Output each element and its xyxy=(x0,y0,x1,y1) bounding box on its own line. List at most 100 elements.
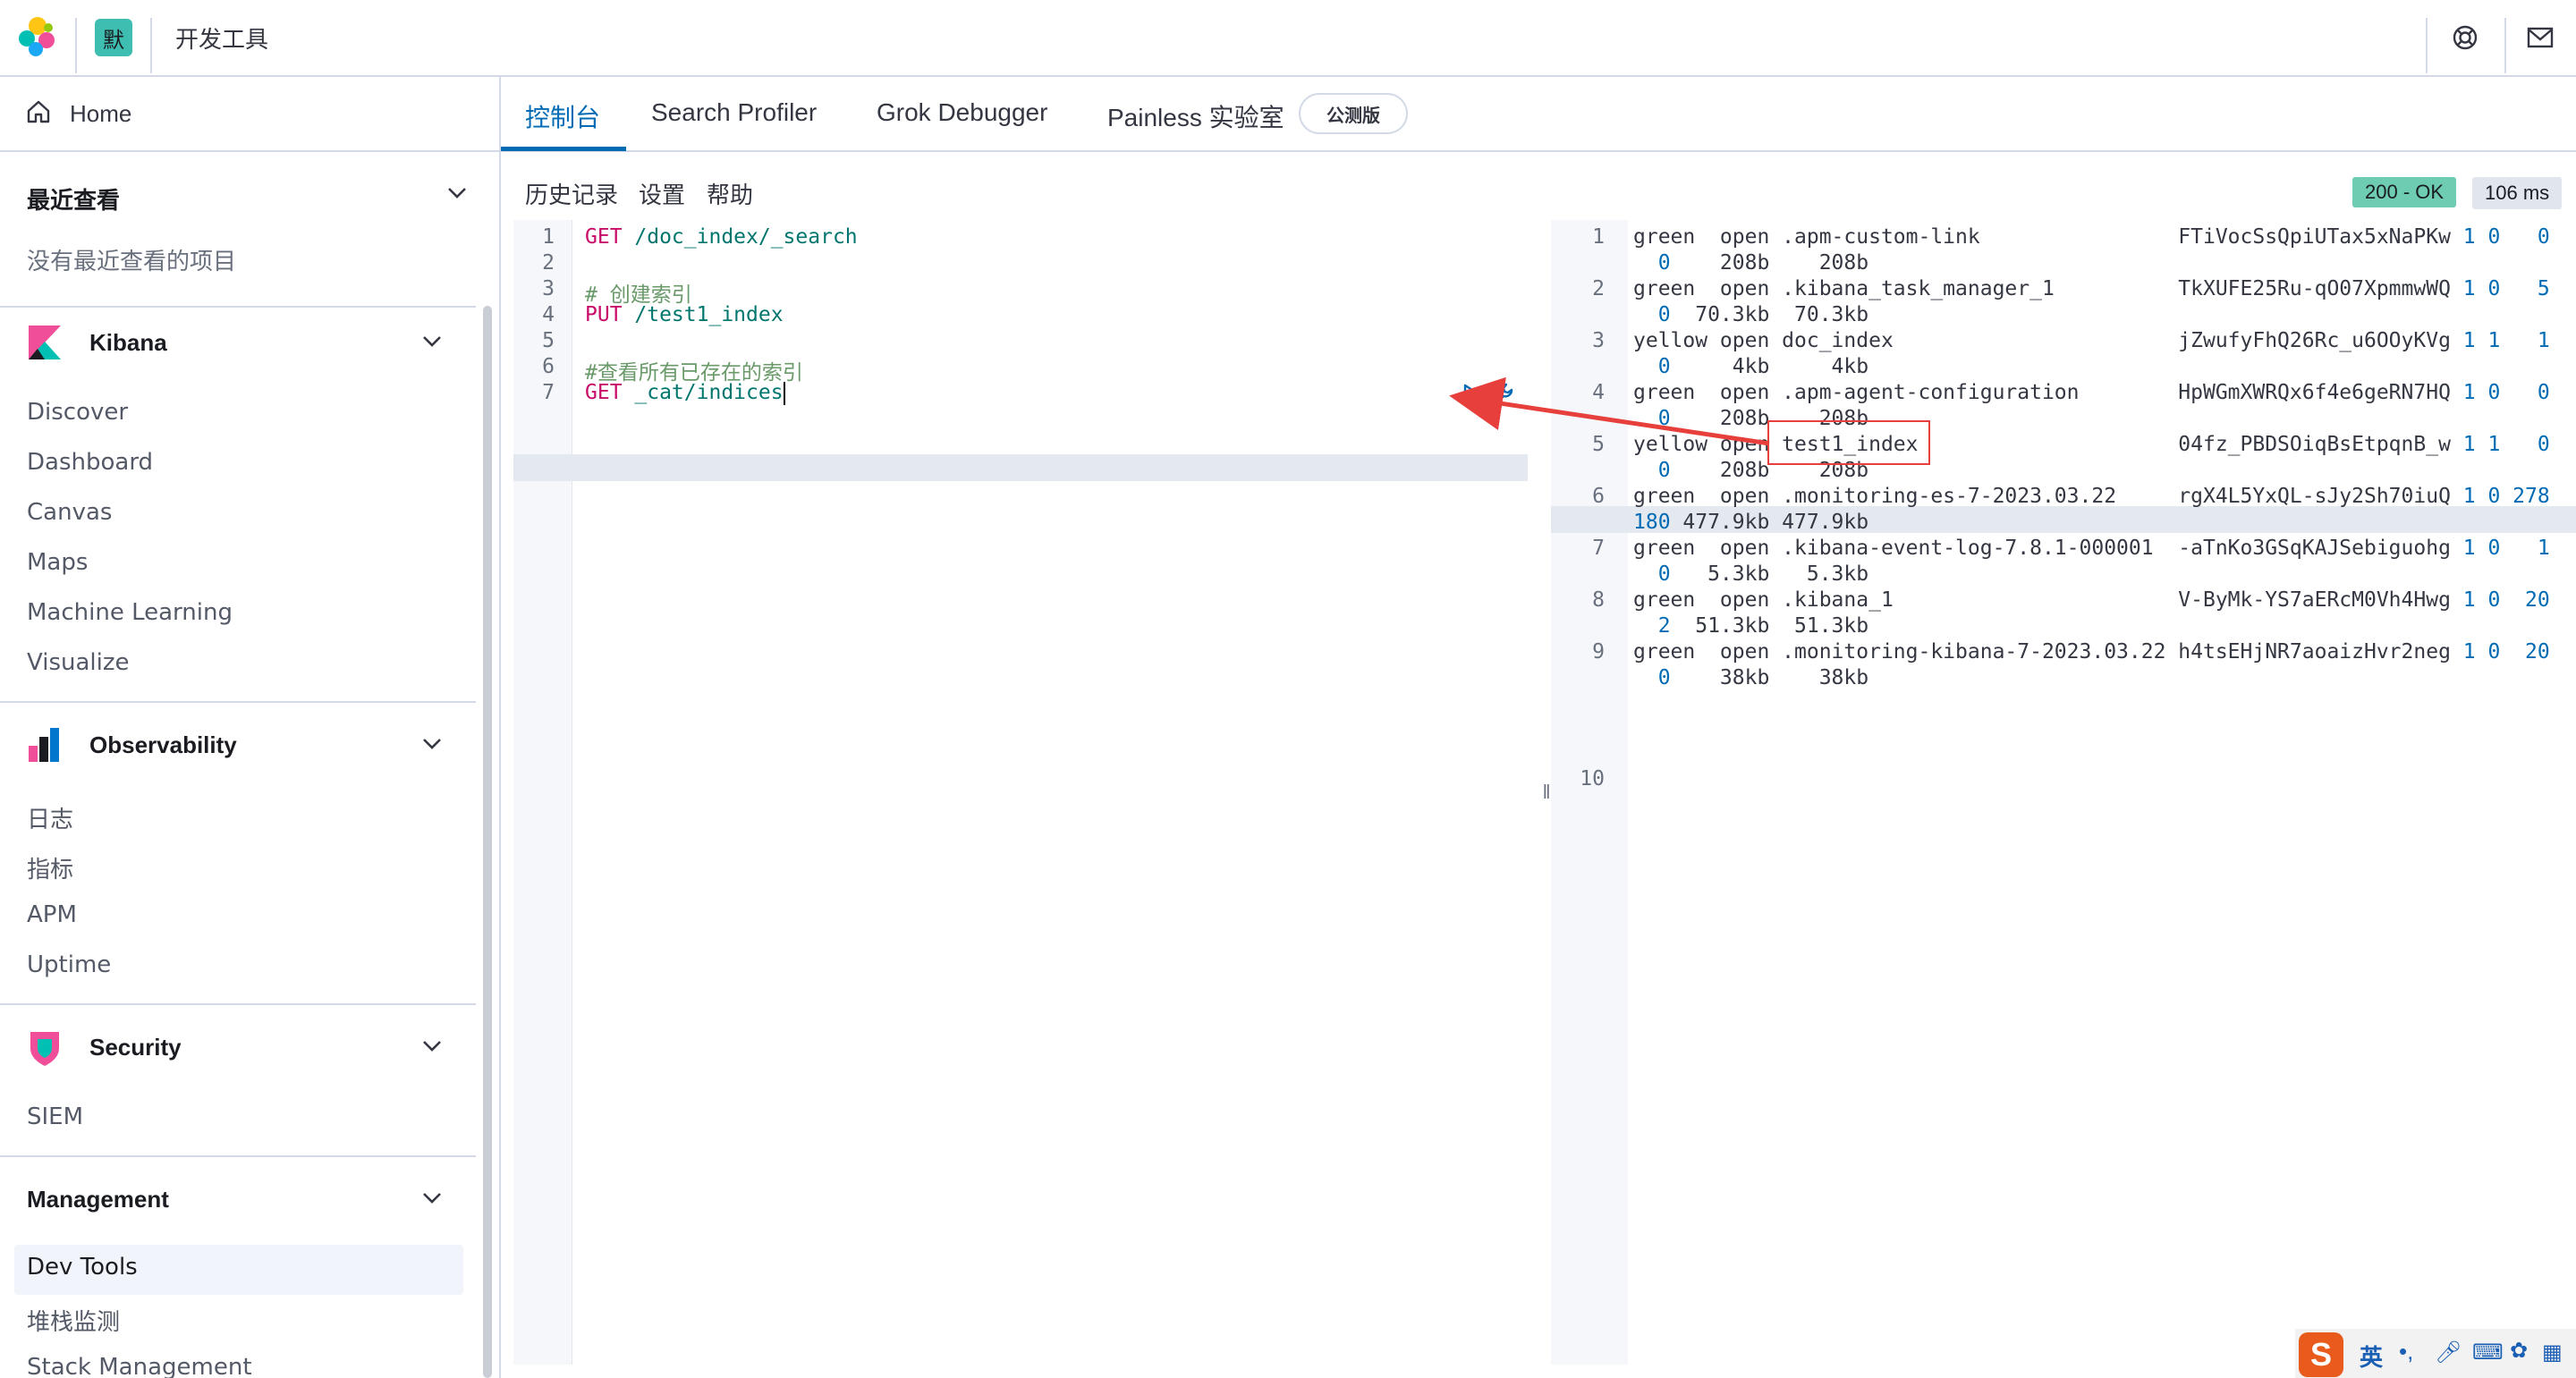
space-avatar[interactable]: 默 xyxy=(95,19,132,56)
nav-item-apm[interactable]: APM xyxy=(27,901,77,928)
active-line-highlight xyxy=(513,454,1528,481)
chevron-down-icon[interactable] xyxy=(419,1184,445,1211)
tab-painless-lab[interactable]: Painless 实验室 xyxy=(1107,98,1284,134)
nav-group-title-management[interactable]: Management xyxy=(27,1186,169,1213)
nav-item-metrics[interactable]: 指标 xyxy=(27,851,73,884)
nav-home[interactable]: Home xyxy=(0,77,499,152)
response-row: green open .kibana_task_manager_1 TkXUFE… xyxy=(1633,277,2550,300)
nav-item-siem[interactable]: SIEM xyxy=(27,1103,83,1130)
observability-logo-icon xyxy=(29,728,59,762)
ime-toolbar: S 英 •, 🎤︎ ⌨ ✿ ▦ xyxy=(2295,1329,2576,1378)
recent-section-title[interactable]: 最近查看 xyxy=(27,182,120,216)
line-number: 2 xyxy=(1592,277,1605,300)
nav-item-visualize[interactable]: Visualize xyxy=(27,649,130,676)
response-row: green open .apm-custom-link FTiVocSsQpiU… xyxy=(1633,225,2550,249)
nav-item-uptime[interactable]: Uptime xyxy=(27,951,111,978)
request-editor[interactable]: 1 GET /doc_index/_search 2 3 # 创建索引 4 PU… xyxy=(513,220,1538,1365)
line-number: 8 xyxy=(1592,588,1605,612)
line-number: 10 xyxy=(1580,767,1605,790)
nav-group-title: Kibana xyxy=(89,329,167,356)
code-line: PUT /test1_index xyxy=(585,303,784,326)
chevron-down-icon[interactable] xyxy=(419,1032,445,1059)
code-line: GET /doc_index/_search xyxy=(585,225,858,249)
nav-item-logs[interactable]: 日志 xyxy=(27,801,73,834)
request-path: /doc_index/_search xyxy=(622,225,858,249)
nav-item-discover[interactable]: Discover xyxy=(27,399,128,426)
response-row-continued: 2 51.3kb 51.3kb xyxy=(1633,614,1869,638)
skin-icon[interactable]: ✿ xyxy=(2510,1338,2528,1364)
nav-group-title: Observability xyxy=(89,731,237,758)
microphone-icon[interactable]: 🎤︎ xyxy=(2435,1340,2462,1365)
nav-item-maps[interactable]: Maps xyxy=(27,549,88,576)
response-time-badge: 106 ms xyxy=(2472,177,2563,209)
chevron-down-icon[interactable] xyxy=(419,730,445,757)
ime-mode[interactable]: 英 xyxy=(2360,1340,2383,1373)
elastic-logo-icon[interactable] xyxy=(16,15,59,58)
home-icon xyxy=(27,100,50,123)
nav-home-label: Home xyxy=(70,100,132,127)
header-divider xyxy=(150,18,152,73)
dev-tools-main: 控制台 Search Profiler Grok Debugger Painle… xyxy=(501,77,2576,1378)
kibana-logo-icon xyxy=(29,325,61,359)
line-number: 4 xyxy=(542,303,555,326)
chevron-down-icon[interactable] xyxy=(444,179,470,206)
top-header: 默 开发工具 xyxy=(0,0,2576,77)
active-tab-indicator xyxy=(501,147,626,151)
nav-item-stack-monitoring[interactable]: 堆栈监测 xyxy=(27,1304,120,1337)
response-row: green open .kibana-event-log-7.8.1-00000… xyxy=(1633,537,2550,560)
header-divider xyxy=(2504,18,2506,73)
http-method: GET xyxy=(585,225,623,249)
breadcrumb: 开发工具 xyxy=(175,27,269,54)
line-number: 6 xyxy=(1592,485,1605,508)
tab-grok-debugger[interactable]: Grok Debugger xyxy=(877,98,1047,127)
line-number: 1 xyxy=(542,225,555,249)
help-link[interactable]: 帮助 xyxy=(707,177,753,210)
nav-group-kibana[interactable]: Kibana xyxy=(25,318,454,368)
annotation-highlight-box xyxy=(1767,420,1930,465)
nav-item-canvas[interactable]: Canvas xyxy=(27,499,112,526)
beta-badge: 公测版 xyxy=(1299,93,1408,134)
nav-divider xyxy=(0,306,476,308)
recent-empty-text: 没有最近查看的项目 xyxy=(27,249,237,275)
nav-divider xyxy=(0,1003,476,1005)
history-link[interactable]: 历史记录 xyxy=(525,177,618,210)
help-lifebuoy-icon[interactable] xyxy=(2447,20,2483,55)
mail-icon[interactable] xyxy=(2522,20,2558,55)
chevron-down-icon[interactable] xyxy=(419,327,445,354)
code-line: GET _cat/indices xyxy=(585,381,785,405)
line-number: 3 xyxy=(1592,329,1605,352)
response-row: green open .kibana_1 V-ByMk-YS7aERcM0Vh4… xyxy=(1633,588,2550,612)
security-logo-icon xyxy=(30,1032,59,1066)
status-badge: 200 - OK xyxy=(2352,177,2457,207)
nav-group-security[interactable]: Security xyxy=(25,1023,454,1073)
nav-group-observability[interactable]: Observability xyxy=(25,721,454,771)
nav-item-dashboard[interactable]: Dashboard xyxy=(27,449,153,476)
line-number: 7 xyxy=(1592,537,1605,560)
annotation-arrow-icon xyxy=(1449,376,1770,446)
text-cursor xyxy=(783,381,785,405)
response-row-continued: 0 70.3kb 70.3kb xyxy=(1633,303,1869,326)
nav-item-dev-tools[interactable]: Dev Tools xyxy=(27,1254,138,1281)
nav-item-machine-learning[interactable]: Machine Learning xyxy=(27,599,233,626)
settings-link[interactable]: 设置 xyxy=(639,177,685,210)
response-row-continued: 0 5.3kb 5.3kb xyxy=(1633,562,1869,586)
request-path: /test1_index xyxy=(622,303,784,326)
tab-console[interactable]: 控制台 xyxy=(525,98,600,134)
request-path: _cat/indices xyxy=(622,381,784,404)
line-number: 6 xyxy=(542,355,555,378)
toolbox-icon[interactable]: ▦ xyxy=(2542,1340,2563,1365)
nav-divider xyxy=(0,1155,476,1157)
header-divider xyxy=(2426,18,2428,73)
response-row: yellow open doc_index jZwufyFhQ26Rc_u6OO… xyxy=(1633,329,2550,352)
line-number: 2 xyxy=(542,251,555,275)
nav-scrollbar[interactable] xyxy=(483,306,492,1378)
line-number: 5 xyxy=(542,329,555,352)
keyboard-icon[interactable]: ⌨ xyxy=(2472,1340,2504,1365)
response-row: green open .monitoring-es-7-2023.03.22 r… xyxy=(1633,485,2550,508)
tab-search-profiler[interactable]: Search Profiler xyxy=(651,98,817,127)
nav-item-stack-management[interactable]: Stack Management xyxy=(27,1354,252,1378)
ime-punct[interactable]: •, xyxy=(2399,1338,2413,1365)
sogou-logo-icon[interactable]: S xyxy=(2299,1332,2343,1377)
line-number: 7 xyxy=(542,381,555,404)
response-row: green open .monitoring-kibana-7-2023.03.… xyxy=(1633,640,2550,664)
